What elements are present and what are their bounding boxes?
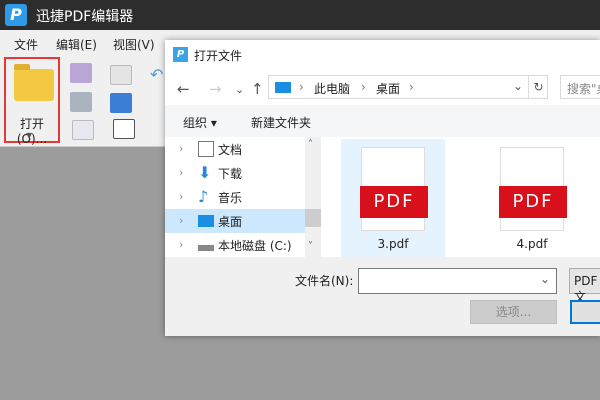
folder-icon <box>14 64 54 101</box>
drive-icon <box>198 245 214 251</box>
pdf-file-icon: PDF <box>360 147 428 231</box>
file-name: 4.pdf <box>516 237 548 251</box>
scroll-thumb[interactable] <box>305 209 321 227</box>
forward-icon[interactable]: → <box>209 80 222 98</box>
download-icon: ⬇ <box>198 163 212 182</box>
menu-file[interactable]: 文件 <box>14 36 38 53</box>
file-name: 3.pdf <box>377 237 409 251</box>
filename-label: 文件名(N): <box>295 274 354 288</box>
scan-icon[interactable] <box>110 93 132 113</box>
desktop-icon <box>198 215 214 227</box>
dialog-app-icon: P <box>173 47 188 62</box>
open-button[interactable]: 打开(O)... ▼ <box>4 57 60 146</box>
tree-scrollbar[interactable]: ˄ ˅ <box>305 137 321 257</box>
tree-label: 文档 <box>218 143 243 157</box>
separator: › <box>409 80 414 94</box>
export-icon[interactable] <box>72 120 94 140</box>
file-item[interactable]: PDF 4.pdf <box>480 139 584 259</box>
filename-dropdown-icon[interactable]: ⌄ <box>540 272 550 286</box>
documents-icon <box>198 141 214 157</box>
open-dropdown-icon[interactable]: ▼ <box>26 131 32 140</box>
file-item[interactable]: PDF 3.pdf <box>341 139 445 259</box>
tree-item-documents[interactable]: › 文档 <box>165 137 305 161</box>
address-dropdown-icon[interactable]: ⌄ <box>513 79 523 93</box>
expand-icon[interactable]: › <box>179 238 183 251</box>
tree-item-desktop[interactable]: › 桌面 <box>165 209 305 233</box>
email-icon[interactable] <box>110 65 132 85</box>
menu-edit[interactable]: 编辑(E) <box>56 36 97 53</box>
open-file-button[interactable] <box>570 300 600 324</box>
recent-locations-icon[interactable]: ⌄ <box>235 83 244 96</box>
undo-icon[interactable]: ↶ <box>150 65 163 84</box>
filename-input[interactable]: ⌄ <box>358 268 557 294</box>
tree-label: 下载 <box>218 167 243 181</box>
navigation-pane: › 文档 › ⬇ 下载 › ♪ 音乐 › 桌面 › 本地磁盘 (C:) <box>165 137 305 257</box>
separator: › <box>361 80 366 94</box>
expand-icon[interactable]: › <box>179 190 183 203</box>
dialog-title: 打开文件 <box>194 49 243 63</box>
pdf-badge: PDF <box>360 186 428 218</box>
crumb-desktop[interactable]: 桌面 <box>376 80 400 97</box>
filetype-select[interactable]: PDF 文 <box>569 268 600 304</box>
organize-button[interactable]: 组织 ▾ <box>183 114 217 131</box>
crumb-this-pc[interactable]: 此电脑 <box>314 80 350 97</box>
tree-item-local-disk[interactable]: › 本地磁盘 (C:) <box>165 233 305 257</box>
expand-icon[interactable]: › <box>179 214 183 227</box>
save-icon[interactable] <box>70 63 92 83</box>
options-button[interactable]: 选项... <box>470 300 557 324</box>
expand-icon[interactable]: › <box>179 166 183 179</box>
separator: › <box>299 80 304 94</box>
app-title: 迅捷PDF编辑器 <box>36 9 134 25</box>
computer-icon <box>275 82 291 93</box>
new-folder-button[interactable]: 新建文件夹 <box>251 114 311 131</box>
tree-label: 音乐 <box>218 191 243 205</box>
menu-view[interactable]: 视图(V) <box>113 36 155 53</box>
command-bar: 组织 ▾ 新建文件夹 <box>165 105 600 137</box>
scroll-up-icon[interactable]: ˄ <box>308 139 313 150</box>
open-file-dialog: P 打开文件 ← → ⌄ ↑ › 此电脑 › 桌面 › ⌄ ↻ 搜索"桌 组织 … <box>165 40 600 336</box>
pdf-file-icon: PDF <box>499 147 567 231</box>
tree-item-downloads[interactable]: › ⬇ 下载 <box>165 161 305 185</box>
expand-icon[interactable]: › <box>179 142 183 155</box>
file-list: PDF 3.pdf PDF 4.pdf <box>321 137 600 259</box>
new-document-icon[interactable] <box>113 119 135 139</box>
print-icon[interactable] <box>70 92 92 112</box>
tree-label: 本地磁盘 (C:) <box>218 239 292 253</box>
tree-label: 桌面 <box>218 215 243 229</box>
app-logo: P <box>5 4 27 26</box>
back-icon[interactable]: ← <box>177 80 190 98</box>
title-bar: P 迅捷PDF编辑器 <box>0 0 600 30</box>
up-icon[interactable]: ↑ <box>251 80 264 98</box>
music-icon: ♪ <box>198 187 209 206</box>
tree-item-music[interactable]: › ♪ 音乐 <box>165 185 305 209</box>
dialog-footer: 文件名(N): ⌄ PDF 文 选项... <box>165 257 600 336</box>
refresh-icon[interactable]: ↻ <box>528 76 548 98</box>
address-bar[interactable]: › 此电脑 › 桌面 › ⌄ ↻ <box>268 75 548 99</box>
search-input[interactable]: 搜索"桌 <box>560 75 600 99</box>
pdf-badge: PDF <box>499 186 567 218</box>
scroll-down-icon[interactable]: ˅ <box>308 241 313 252</box>
